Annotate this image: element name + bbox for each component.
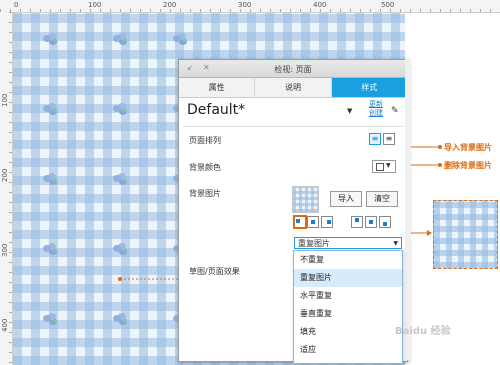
import-button[interactable]: 导入 [330,191,362,207]
option-no-repeat[interactable]: 不重复 [294,251,402,269]
option-repeat-x[interactable]: 水平重复 [294,287,402,305]
align-center-button[interactable]: ≡ [383,133,395,145]
align-left-button[interactable]: ≡ [369,133,381,145]
bg-color-picker[interactable]: ▼ [372,160,396,173]
watermark: Baidu 经验 [395,326,451,337]
panel-tabs: 属性 说明 样式 [179,78,407,98]
tab-style[interactable]: 样式 [331,78,407,97]
sketch-effect-label: 草图/页面效果 [189,267,240,276]
pattern-preview [433,200,498,269]
bg-image-label: 背景图片 [189,189,221,198]
panel-title: 检视: 页面 [274,65,312,74]
position-center-icon[interactable] [307,216,319,228]
chevron-down-icon: ▼ [386,162,391,169]
style-links: 更新 创建 [369,100,383,118]
option-repeat[interactable]: 重复图片 [294,269,402,287]
panel-titlebar[interactable]: ↙ ✕ 检视: 页面 [179,60,407,78]
option-repeat-y[interactable]: 垂直重复 [294,305,402,323]
repeat-select-value: 重复图片 [298,239,330,248]
position-top-icon[interactable] [351,216,363,228]
page-style-name[interactable]: Default* [187,102,245,118]
delete-annotation: 删除背景图片 [444,161,492,170]
import-annotation: 导入背景图片 [444,143,492,152]
update-link[interactable]: 更新 [369,100,383,109]
tab-properties[interactable]: 属性 [179,78,256,97]
position-middle-icon[interactable] [365,216,377,228]
repeat-select[interactable]: 重复图片 ▼ [294,237,402,249]
chevron-down-icon: ▼ [393,240,398,247]
page-align-label: 页面排列 [189,136,221,145]
style-dropdown-icon[interactable]: ▼ [347,107,352,115]
option-fill[interactable]: 填充 [294,323,402,341]
position-bottom-icon[interactable] [379,216,391,228]
panel-scrollbar[interactable] [405,59,411,360]
bg-image-thumbnail [292,186,319,213]
bg-color-label: 背景颜色 [189,163,221,172]
color-swatch [376,163,384,171]
repeat-dropdown-list: 不重复 重复图片 水平重复 垂直重复 填充 适应 [293,250,403,364]
edit-style-icon[interactable]: ✎ [391,106,399,116]
position-left-icon[interactable] [293,215,307,229]
create-link[interactable]: 创建 [369,109,383,118]
position-right-icon[interactable] [321,216,333,228]
divider [183,126,403,127]
tab-notes[interactable]: 说明 [255,78,332,97]
option-fit[interactable]: 适应 [294,341,402,359]
clear-button[interactable]: 清空 [366,191,398,207]
